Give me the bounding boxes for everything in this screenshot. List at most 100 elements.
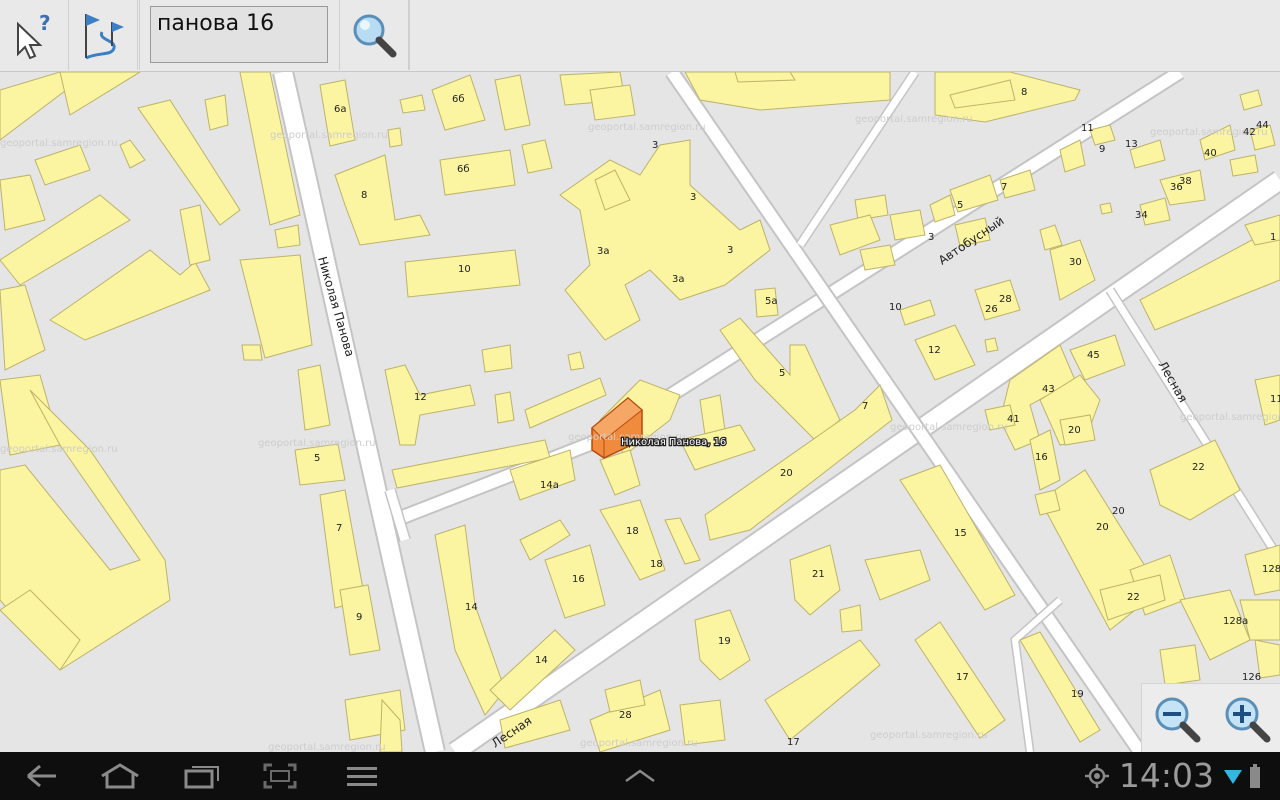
svg-text:5: 5 [779, 368, 785, 379]
svg-text:5: 5 [314, 453, 320, 464]
svg-text:geoportal.samregion.ru: geoportal.samregion.ru [870, 730, 988, 741]
svg-text:geoportal.samregion.ru: geoportal.samregion.ru [890, 422, 1008, 433]
recent-apps-icon [184, 766, 219, 789]
svg-text:14: 14 [535, 655, 548, 666]
svg-text:6а: 6а [334, 104, 347, 115]
svg-text:36: 36 [1170, 182, 1183, 193]
route-flags-icon [85, 14, 124, 60]
battery-status [1246, 752, 1264, 800]
svg-text:17: 17 [956, 672, 969, 683]
svg-text:5а: 5а [765, 296, 778, 307]
svg-text:20: 20 [1096, 522, 1109, 533]
status-clock: 14:03 [1118, 756, 1214, 795]
svg-text:18: 18 [626, 526, 639, 537]
svg-text:126: 126 [1242, 672, 1261, 683]
svg-text:geoportal.samregion.ru: geoportal.samregion.ru [580, 738, 698, 749]
svg-text:5: 5 [957, 200, 963, 211]
toolbar: ? панова 16 [0, 0, 1280, 72]
svg-text:12: 12 [414, 392, 427, 403]
svg-text:3а: 3а [597, 246, 610, 257]
zoom-controls [1141, 683, 1280, 753]
svg-text:geoportal.samregion.ru: geoportal.samregion.ru [855, 114, 973, 125]
zoom-in-button[interactable] [1212, 684, 1280, 753]
route-button[interactable] [69, 0, 138, 70]
map-view[interactable]: geoportal.samregion.ru geoportal.samregi… [0, 72, 1280, 752]
gps-icon [1085, 764, 1109, 788]
svg-text:7: 7 [1001, 182, 1007, 193]
screenshot-button[interactable] [256, 752, 304, 800]
menu-button[interactable] [338, 752, 386, 800]
selected-building[interactable] [591, 397, 643, 459]
svg-text:40: 40 [1204, 148, 1217, 159]
svg-text:22: 22 [1127, 592, 1140, 603]
wifi-status [1222, 752, 1244, 800]
search-button[interactable] [340, 0, 409, 70]
svg-text:7: 7 [336, 523, 342, 534]
system-bar: 14:03 [0, 752, 1280, 800]
screenshot-icon [263, 763, 297, 789]
svg-text:41: 41 [1007, 414, 1020, 425]
svg-text:10: 10 [458, 264, 471, 275]
cursor-help-icon: ? [17, 11, 51, 60]
svg-text:?: ? [39, 11, 51, 35]
svg-text:14а: 14а [540, 480, 559, 491]
svg-text:geoportal.samregion.ru: geoportal.samregion.ru [588, 122, 706, 133]
svg-text:22: 22 [1192, 462, 1205, 473]
svg-text:18: 18 [650, 559, 663, 570]
search-input[interactable]: панова 16 [150, 6, 328, 63]
svg-text:geoportal.samregion.ru: geoportal.samregion.ru [268, 742, 386, 752]
svg-text:21: 21 [812, 569, 825, 580]
svg-text:20: 20 [780, 468, 793, 479]
svg-text:43: 43 [1042, 384, 1055, 395]
zoom-in-icon [1225, 697, 1270, 742]
zoom-out-button[interactable] [1142, 684, 1211, 753]
svg-text:20: 20 [1112, 506, 1125, 517]
svg-text:geoportal.samregion.ru: geoportal.samregion.ru [0, 138, 118, 149]
svg-text:28: 28 [999, 294, 1012, 305]
svg-text:11: 11 [1270, 394, 1280, 405]
svg-text:6б: 6б [452, 94, 465, 105]
svg-text:9: 9 [1099, 144, 1105, 155]
svg-text:45: 45 [1087, 350, 1100, 361]
svg-text:6б: 6б [457, 164, 470, 175]
svg-text:8: 8 [361, 190, 367, 201]
recent-apps-button[interactable] [178, 752, 226, 800]
svg-text:3: 3 [727, 245, 733, 256]
selected-address-label: Николая Панова, 16 [621, 437, 726, 448]
svg-text:128а: 128а [1223, 616, 1248, 627]
svg-text:16: 16 [1035, 452, 1048, 463]
menu-icon [347, 767, 377, 786]
svg-text:12: 12 [928, 345, 941, 356]
svg-text:3: 3 [652, 140, 658, 151]
svg-text:1: 1 [1270, 232, 1276, 243]
svg-text:26: 26 [985, 304, 998, 315]
battery-icon [1250, 764, 1260, 788]
svg-text:9: 9 [356, 612, 362, 623]
svg-text:14: 14 [465, 602, 478, 613]
svg-text:34: 34 [1135, 210, 1148, 221]
svg-text:30: 30 [1069, 257, 1082, 268]
svg-text:19: 19 [1071, 689, 1084, 700]
expand-button[interactable] [616, 752, 664, 800]
help-cursor-button[interactable]: ? [0, 0, 69, 70]
svg-text:11: 11 [1081, 123, 1094, 134]
svg-text:44: 44 [1256, 120, 1269, 131]
home-button[interactable] [96, 752, 144, 800]
back-icon [27, 764, 56, 788]
svg-text:3а: 3а [672, 274, 685, 285]
home-icon [101, 763, 139, 789]
svg-text:19: 19 [718, 636, 731, 647]
svg-text:3: 3 [928, 232, 934, 243]
chevron-up-icon [625, 769, 655, 783]
zoom-out-icon [1155, 697, 1200, 742]
map-canvas[interactable]: geoportal.samregion.ru geoportal.samregi… [0, 72, 1280, 752]
svg-text:geoportal.samregion.ru: geoportal.samregion.ru [258, 438, 376, 449]
svg-text:42: 42 [1243, 127, 1256, 138]
magnifier-icon [353, 14, 397, 58]
back-button[interactable] [18, 752, 66, 800]
svg-text:geoportal.samregion.ru: geoportal.samregion.ru [0, 444, 118, 455]
svg-text:geoportal.samregion.ru: geoportal.samregion.ru [1180, 412, 1280, 423]
svg-text:7: 7 [862, 401, 868, 412]
svg-text:3: 3 [690, 192, 696, 203]
svg-text:13: 13 [1125, 139, 1138, 150]
